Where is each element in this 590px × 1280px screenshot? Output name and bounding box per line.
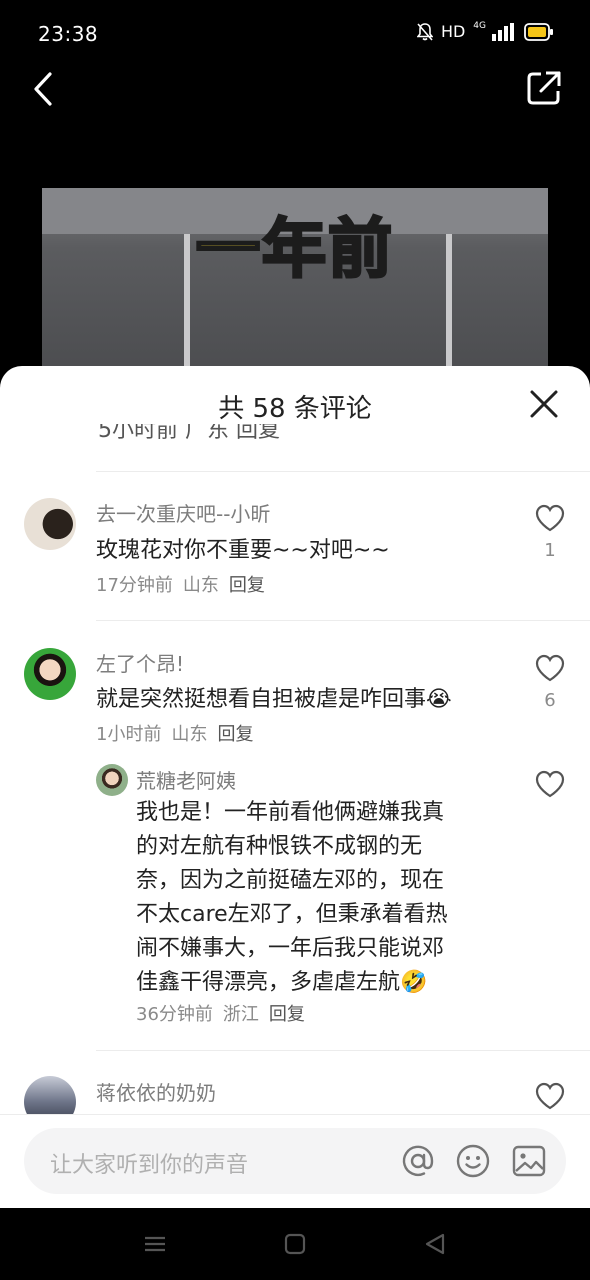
comment-time: 1小时前 bbox=[96, 724, 162, 745]
like-count: 6 bbox=[544, 690, 556, 711]
close-icon bbox=[530, 390, 558, 418]
reply-meta: 36分钟前 浙江 回复 bbox=[136, 1000, 305, 1026]
battery-icon bbox=[524, 22, 554, 41]
share-icon bbox=[527, 71, 561, 105]
laughing-emoji-icon: 🤣 bbox=[400, 970, 428, 995]
heart-icon bbox=[535, 770, 565, 798]
reply-text-line: 闹不嫌事大，一年后我只能说邓 bbox=[136, 936, 445, 961]
back-button[interactable] bbox=[26, 66, 66, 112]
reply-text-line: 的对左航有种恨铁不成钢的无 bbox=[136, 834, 423, 859]
reply-location: 浙江 bbox=[222, 1004, 259, 1025]
comment-username[interactable]: 蒋依依的奶奶 bbox=[96, 1077, 216, 1106]
at-icon[interactable] bbox=[400, 1143, 436, 1179]
avatar[interactable] bbox=[24, 498, 76, 550]
comment-text-body: 就是突然挺想看自担被虐是咋回事 bbox=[96, 687, 427, 712]
divider bbox=[96, 1050, 590, 1051]
divider bbox=[96, 471, 590, 472]
status-time: 23:38 bbox=[38, 22, 99, 46]
system-nav-bar bbox=[0, 1208, 590, 1280]
comment-time: 17分钟前 bbox=[96, 575, 173, 596]
comment-username[interactable]: 左了个昂! bbox=[96, 648, 184, 677]
like-button[interactable] bbox=[530, 770, 570, 798]
close-button[interactable] bbox=[528, 388, 560, 420]
video-player[interactable]: 一年前 bbox=[42, 188, 548, 388]
crying-emoji-icon: 😭 bbox=[426, 687, 452, 712]
partial-comment-meta: 5小时前 广东 回复 bbox=[98, 424, 280, 442]
network-label: 4G bbox=[473, 20, 486, 31]
reply-text-line: 奈，因为之前挺磕左邓的，现在 bbox=[136, 868, 445, 893]
image-icon[interactable] bbox=[511, 1143, 547, 1179]
comment-username[interactable]: 去一次重庆吧--小昕 bbox=[96, 498, 270, 527]
reply-button[interactable]: 回复 bbox=[269, 1000, 305, 1026]
reply-text[interactable]: 我也是！一年前看他俩避嫌我真 的对左航有种恨铁不成钢的无 奈，因为之前挺磕左邓的… bbox=[136, 796, 516, 1000]
heart-icon bbox=[535, 654, 565, 682]
like-button[interactable]: 1 bbox=[530, 504, 570, 561]
reply-text-line: 佳鑫干得漂亮，多虐虐左航🤣 bbox=[136, 970, 428, 995]
status-bar: 23:38 HD 4G bbox=[0, 0, 590, 72]
video-caption: 一年前 bbox=[195, 212, 394, 289]
like-button[interactable] bbox=[530, 1082, 570, 1110]
reply-button[interactable]: 回复 bbox=[229, 571, 265, 597]
emoji-icon[interactable] bbox=[455, 1143, 491, 1179]
reply-username[interactable]: 荒糖老阿姨 bbox=[136, 765, 236, 794]
signal-icon bbox=[490, 22, 516, 41]
share-button[interactable] bbox=[524, 68, 564, 108]
comment-meta: 17分钟前 山东 回复 bbox=[96, 571, 265, 597]
menu-icon[interactable] bbox=[142, 1232, 170, 1256]
comment-location: 山东 bbox=[182, 575, 219, 596]
comment-sheet: 共 58 条评论 5小时前 广东 回复 去一次重庆吧--小昕 玫瑰花对你不重要~… bbox=[0, 366, 590, 1208]
like-count: 1 bbox=[544, 540, 556, 561]
comment-location: 山东 bbox=[171, 724, 208, 745]
heart-icon bbox=[535, 504, 565, 532]
comment-input[interactable]: 让大家听到你的声音 bbox=[24, 1128, 566, 1194]
reply-button[interactable]: 回复 bbox=[217, 720, 253, 746]
reply-text-line: 不太care左邓了，但秉承着看热 bbox=[136, 902, 448, 927]
divider bbox=[96, 620, 590, 621]
hd-label: HD bbox=[440, 22, 466, 41]
mute-icon bbox=[416, 22, 433, 41]
reply-text-line: 我也是！一年前看他俩避嫌我真 bbox=[136, 800, 445, 825]
comment-text[interactable]: 就是突然挺想看自担被虐是咋回事😭 bbox=[96, 683, 452, 717]
heart-icon bbox=[535, 1082, 565, 1110]
avatar[interactable] bbox=[24, 648, 76, 700]
back-icon bbox=[34, 72, 52, 106]
comment-meta: 1小时前 山东 回复 bbox=[96, 720, 253, 746]
comment-count-title: 共 58 条评论 bbox=[218, 394, 372, 424]
avatar[interactable] bbox=[96, 764, 128, 796]
input-placeholder: 让大家听到你的声音 bbox=[50, 1153, 249, 1178]
home-icon[interactable] bbox=[282, 1232, 310, 1256]
reply-time: 36分钟前 bbox=[136, 1004, 213, 1025]
comment-text[interactable]: 玫瑰花对你不重要~~对吧~~ bbox=[96, 534, 390, 568]
back-triangle-icon[interactable] bbox=[422, 1232, 450, 1256]
like-button[interactable]: 6 bbox=[530, 654, 570, 711]
status-icons: HD 4G bbox=[416, 20, 554, 41]
